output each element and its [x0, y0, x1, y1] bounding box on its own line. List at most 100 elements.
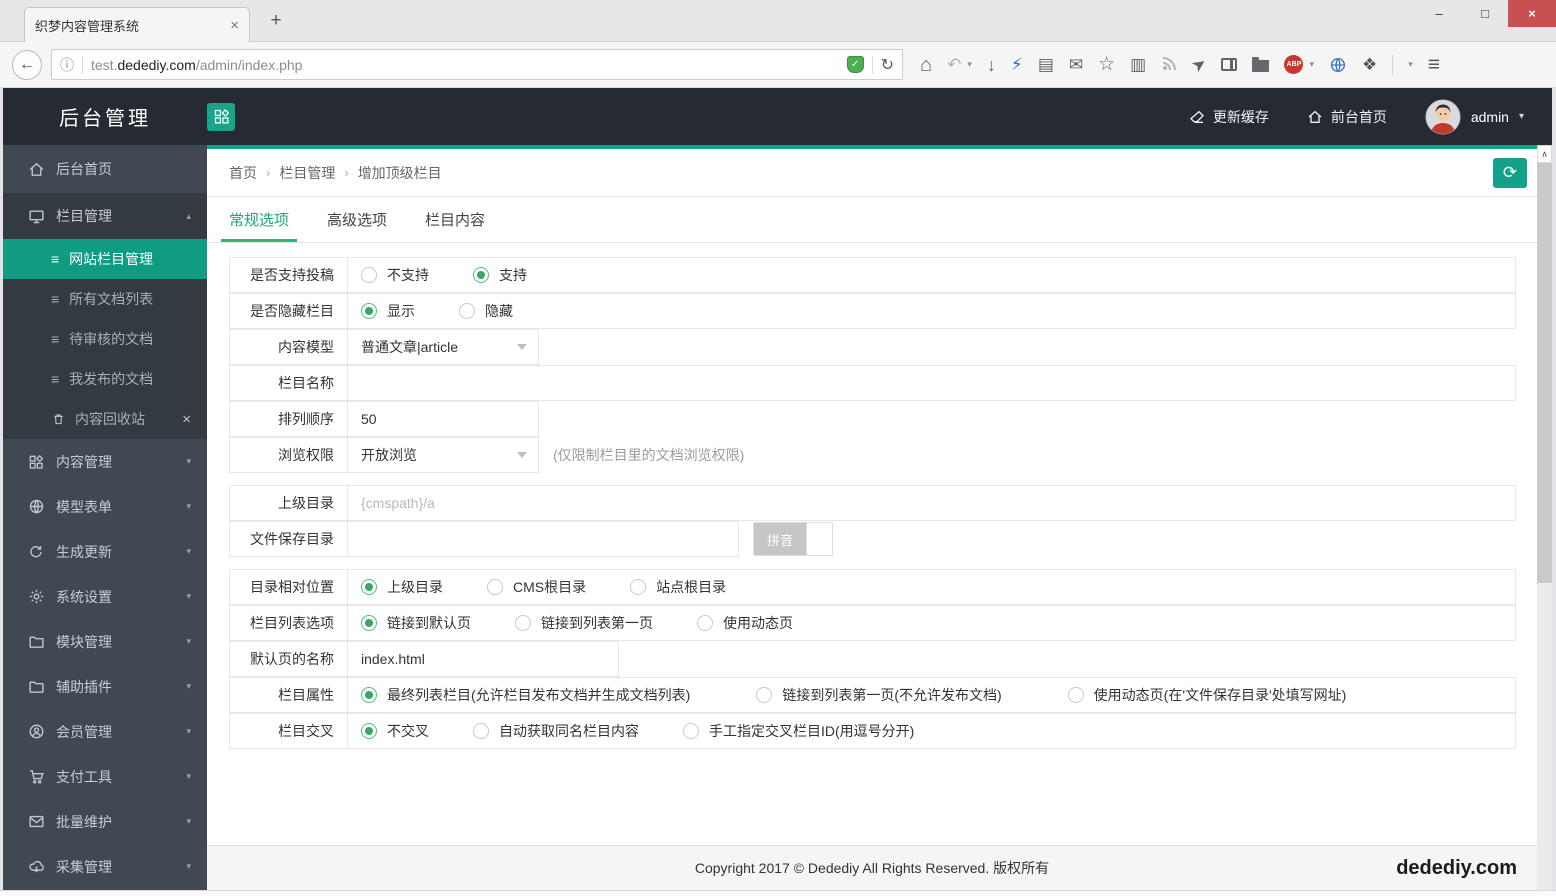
sidebar-item-site-columns[interactable]: ≡ 网站栏目管理 [3, 239, 207, 279]
reload-icon[interactable]: ↻ [881, 55, 894, 75]
sidebar-panel-icon[interactable] [1221, 58, 1237, 71]
sidebar-item-pending-docs[interactable]: ≡ 待审核的文档 [3, 319, 207, 359]
sidebar-item-home[interactable]: 后台首页 [3, 145, 207, 193]
radio-selected-icon[interactable] [361, 723, 377, 739]
thunder-icon[interactable]: ⚡ [1011, 56, 1023, 73]
radio-option-attr-dynamic[interactable]: 使用动态页(在'文件保存目录'处填写网址) [1068, 685, 1347, 705]
radio-selected-icon[interactable] [361, 615, 377, 631]
radio-option-cms-root[interactable]: CMS根目录 [487, 577, 586, 597]
radio-icon[interactable] [473, 723, 489, 739]
radio-icon[interactable] [459, 303, 475, 319]
radio-option-hide[interactable]: 隐藏 [459, 301, 513, 321]
url-bar[interactable]: ⓘ test.dedediy.com/admin/index.php ✓ ↻ [51, 49, 903, 80]
sidebar-item-recycle-bin[interactable]: 内容回收站 × [3, 399, 207, 439]
pinyin-toggle[interactable]: 拼音 [753, 522, 833, 556]
mail-icon[interactable]: ✉ [1069, 56, 1083, 73]
toggle-knob[interactable] [806, 523, 832, 555]
sidebar-item-content-mgmt[interactable]: 内容管理 ▾ [3, 439, 207, 484]
radio-option-final-list[interactable]: 最终列表栏目(允许栏目发布文档并生成文档列表) [361, 685, 690, 705]
minimize-button[interactable]: – [1416, 0, 1462, 27]
sidebar-item-payment-tools[interactable]: 支付工具 ▾ [3, 754, 207, 799]
site-info-icon[interactable]: ⓘ [60, 55, 74, 75]
close-icon[interactable]: × [182, 411, 191, 428]
refresh-button[interactable]: ⟳ [1493, 158, 1527, 188]
tab-general-options[interactable]: 常规选项 [229, 197, 289, 242]
radio-icon[interactable] [1068, 687, 1084, 703]
sidebar-item-aux-plugins[interactable]: 辅助插件 ▾ [3, 664, 207, 709]
sidebar-item-module-mgmt[interactable]: 模块管理 ▾ [3, 619, 207, 664]
scrollbar-up-arrow[interactable]: ∧ [1537, 145, 1552, 163]
radio-option-auto-cross[interactable]: 自动获取同名栏目内容 [473, 721, 639, 741]
radio-option-no-support[interactable]: 不支持 [361, 265, 429, 285]
radio-option-no-cross[interactable]: 不交叉 [361, 721, 429, 741]
adblock-icon[interactable]: ABP [1284, 55, 1303, 74]
radio-selected-icon[interactable] [361, 303, 377, 319]
column-name-input[interactable] [348, 366, 1515, 400]
radio-icon[interactable] [487, 579, 503, 595]
radio-option-manual-cross[interactable]: 手工指定交叉栏目ID(用逗号分开) [683, 721, 914, 741]
breadcrumb-home[interactable]: 首页 [229, 163, 257, 183]
maximize-button[interactable]: □ [1462, 0, 1508, 27]
radio-option-parent-dir[interactable]: 上级目录 [361, 577, 443, 597]
send-icon[interactable]: ➤ [1189, 53, 1210, 75]
sidebar-item-member-mgmt[interactable]: 会员管理 ▾ [3, 709, 207, 754]
undo-dropdown-icon[interactable]: ▾ [967, 60, 972, 69]
sidebar-item-batch-maintenance[interactable]: 批量维护 ▾ [3, 799, 207, 844]
sidebar-item-system-settings[interactable]: 系统设置 ▾ [3, 574, 207, 619]
browser-tab[interactable]: 织梦内容管理系统 × [24, 7, 250, 42]
adblock-dropdown-icon[interactable]: ▾ [1309, 60, 1314, 69]
default-page-input[interactable] [348, 642, 618, 676]
plugin-icon[interactable]: ❖ [1362, 56, 1377, 73]
tab-advanced-options[interactable]: 高级选项 [327, 197, 387, 242]
close-window-button[interactable]: × [1508, 0, 1556, 27]
scrollbar-thumb[interactable] [1537, 163, 1552, 583]
content-model-select[interactable]: 普通文章|article [348, 330, 537, 364]
tab-close-icon[interactable]: × [230, 17, 239, 34]
radio-option-site-root[interactable]: 站点根目录 [630, 577, 726, 597]
back-button[interactable]: ← [12, 50, 42, 80]
app-grid-button[interactable] [207, 103, 235, 131]
radio-icon[interactable] [697, 615, 713, 631]
radio-icon[interactable] [361, 267, 377, 283]
radio-option-link-first-page[interactable]: 链接到列表第一页 [515, 613, 653, 633]
sidebar-item-generate-update[interactable]: 生成更新 ▾ [3, 529, 207, 574]
radio-option-link-default[interactable]: 链接到默认页 [361, 613, 471, 633]
sort-order-input[interactable] [348, 402, 538, 436]
breadcrumb-column-mgmt[interactable]: 栏目管理 [279, 163, 335, 183]
radio-option-dynamic-page[interactable]: 使用动态页 [697, 613, 793, 633]
radio-option-attr-first-page[interactable]: 链接到列表第一页(不允许发布文档) [756, 685, 1001, 705]
home-icon[interactable]: ⌂ [920, 55, 932, 75]
new-tab-button[interactable]: + [262, 10, 290, 32]
radio-icon[interactable] [630, 579, 646, 595]
url-text[interactable]: test.dedediy.com/admin/index.php [91, 57, 839, 73]
front-home-button[interactable]: 前台首页 [1307, 107, 1387, 127]
clipboard-icon[interactable]: ▥ [1130, 56, 1146, 73]
user-menu[interactable]: admin ▾ [1425, 99, 1524, 135]
save-dir-input[interactable] [348, 522, 738, 556]
tab-column-content[interactable]: 栏目内容 [425, 197, 485, 242]
overflow-dropdown-icon[interactable]: ▾ [1408, 60, 1413, 69]
security-shield-icon[interactable]: ✓ [847, 56, 864, 73]
radio-selected-icon[interactable] [473, 267, 489, 283]
globe-icon[interactable] [1329, 56, 1347, 74]
radio-icon[interactable] [756, 687, 772, 703]
radio-icon[interactable] [683, 723, 699, 739]
download-icon[interactable]: ↓ [987, 56, 996, 74]
radio-selected-icon[interactable] [361, 687, 377, 703]
sidebar-item-collection-mgmt[interactable]: 采集管理 ▾ [3, 844, 207, 889]
sidebar-item-model-forms[interactable]: 模型表单 ▾ [3, 484, 207, 529]
sidebar-item-column-mgmt[interactable]: 栏目管理 ▴ [3, 193, 207, 239]
undo-icon[interactable]: ↶ [947, 56, 961, 73]
bookmark-star-icon[interactable]: ☆ [1098, 55, 1115, 74]
sidebar-item-my-docs[interactable]: ≡ 我发布的文档 [3, 359, 207, 399]
radio-option-show[interactable]: 显示 [361, 301, 415, 321]
radio-option-support[interactable]: 支持 [473, 265, 527, 285]
rss-icon[interactable] [1161, 57, 1177, 72]
folder-icon[interactable] [1252, 57, 1269, 72]
update-cache-button[interactable]: 更新缓存 [1189, 107, 1269, 127]
menu-hamburger-icon[interactable]: ≡ [1428, 53, 1440, 77]
view-permission-select[interactable]: 开放浏览 [348, 438, 537, 472]
radio-selected-icon[interactable] [361, 579, 377, 595]
reader-icon[interactable]: ▤ [1038, 56, 1054, 73]
radio-icon[interactable] [515, 615, 531, 631]
